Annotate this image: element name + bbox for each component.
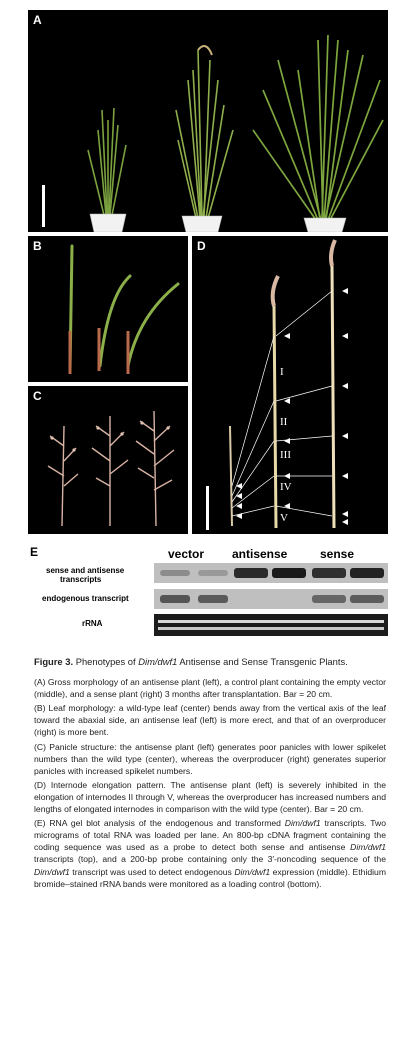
lane-title-sense: sense — [320, 547, 355, 561]
scale-bar-a — [42, 185, 45, 227]
internode-label-2: II — [280, 416, 288, 428]
lane-title-antisense: antisense — [232, 547, 288, 561]
sense-plant — [252, 34, 384, 221]
panel-e-rna-blot: E vector antisense sense sense and antis… — [28, 545, 388, 645]
blot-top — [154, 563, 388, 583]
vector-plant — [175, 49, 234, 219]
internode-label-5: V — [280, 512, 288, 524]
panel-c-photo — [47, 410, 175, 527]
internode-label-4: IV — [280, 481, 292, 493]
caption-panel-e: (E) RNA gel blot analysis of the endogen… — [34, 818, 386, 889]
caption-panel-d: (D) Internode elongation pattern. The an… — [34, 779, 386, 815]
row-label-endogenous: endogenous transcript — [42, 594, 129, 603]
panel-d-internodes: D I II III IV V — [192, 236, 388, 534]
caption-title: Figure 3. Phenotypes of Dim/dwf1 Antisen… — [34, 656, 348, 667]
panel-d-label: D — [197, 239, 206, 253]
lane-title-vector: vector — [168, 547, 205, 561]
panel-b-leaves: B — [28, 236, 188, 382]
panicle-wildtype — [91, 416, 129, 526]
blot-middle — [154, 589, 388, 609]
panel-b-label: B — [33, 239, 42, 253]
panel-a-plants: A — [28, 10, 388, 232]
stem-wildtype — [272, 305, 278, 529]
blot-rrna — [154, 614, 388, 636]
caption-panel-a: (A) Gross morphology of an antisense pla… — [34, 677, 386, 700]
internode-label-3: III — [280, 449, 291, 461]
panel-c-panicles: C — [28, 386, 188, 534]
pot-middle — [181, 215, 223, 232]
panel-a-label: A — [33, 13, 42, 27]
panicle-antisense — [47, 425, 79, 527]
internode-label-1: I — [280, 366, 284, 378]
pot-left — [89, 213, 127, 232]
panel-b-photo — [68, 244, 180, 374]
caption-panel-b: (B) Leaf morphology: a wild-type leaf (c… — [34, 703, 386, 738]
panel-c-label: C — [33, 389, 42, 403]
caption-panel-c: (C) Panicle structure: the antisense pla… — [34, 741, 386, 776]
antisense-plant — [87, 107, 127, 216]
row-label-sense-antisense: sense and antisense transcripts — [46, 566, 125, 584]
leaf-overproducer — [126, 282, 180, 368]
pot-right — [303, 217, 347, 232]
stem-antisense — [229, 425, 233, 527]
leaf-wildtype — [98, 274, 132, 368]
row-label-rrna: rRNA — [82, 619, 103, 628]
panel-a-photo — [42, 34, 384, 232]
stem-overproducer — [330, 265, 336, 529]
panel-e-label: E — [30, 545, 39, 559]
figure-caption: Figure 3. Phenotypes of Dim/dwf1 Antisen… — [34, 656, 386, 892]
scale-bar-d — [206, 486, 209, 530]
